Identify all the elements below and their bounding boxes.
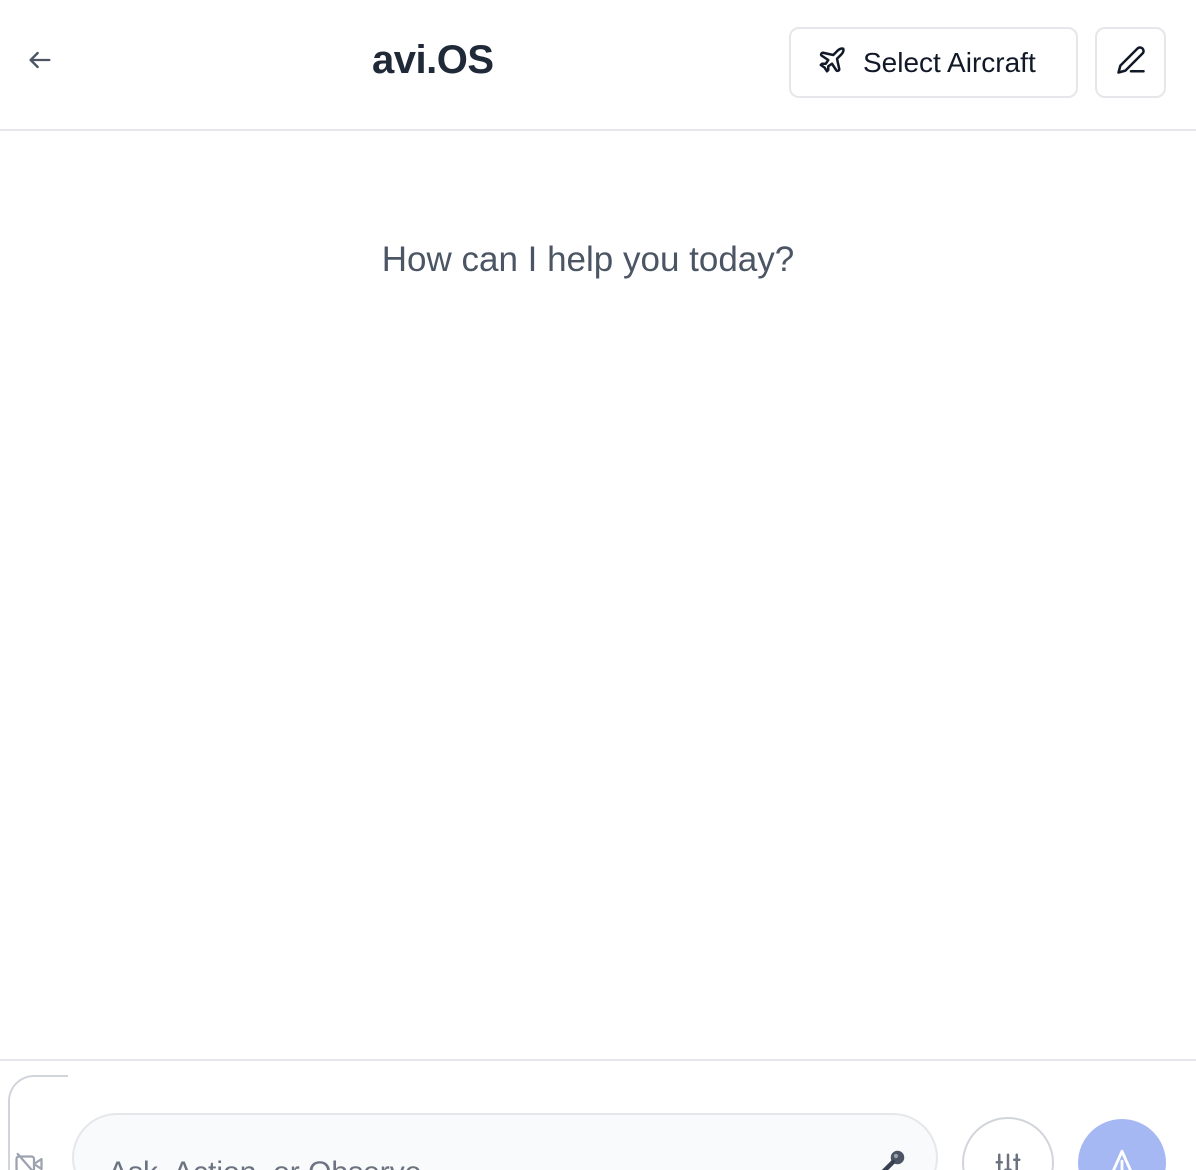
select-aircraft-label: Select Aircraft — [863, 46, 1036, 78]
select-aircraft-button[interactable]: Select Aircraft — [789, 27, 1078, 98]
send-icon — [1105, 1147, 1139, 1170]
video-icon[interactable] — [10, 1149, 48, 1170]
ask-input[interactable] — [72, 1113, 938, 1170]
sliders-icon — [993, 1151, 1023, 1170]
top-bar: avi.OS Select Aircraft — [0, 0, 1196, 131]
pencil-icon — [1116, 45, 1146, 80]
app: avi.OS Select Aircraft How can I help yo… — [0, 0, 1196, 1170]
arrow-left-icon — [26, 46, 54, 79]
plane-icon — [817, 45, 847, 80]
send-button[interactable] — [1078, 1119, 1166, 1170]
settings-button[interactable] — [962, 1117, 1054, 1170]
back-button[interactable] — [18, 40, 62, 84]
microphone-icon[interactable] — [872, 1147, 908, 1170]
greeting-text: How can I help you today? — [381, 240, 795, 279]
new-chat-button[interactable] — [1095, 27, 1166, 98]
composer — [0, 1059, 1196, 1170]
app-title: avi.OS — [372, 38, 494, 82]
